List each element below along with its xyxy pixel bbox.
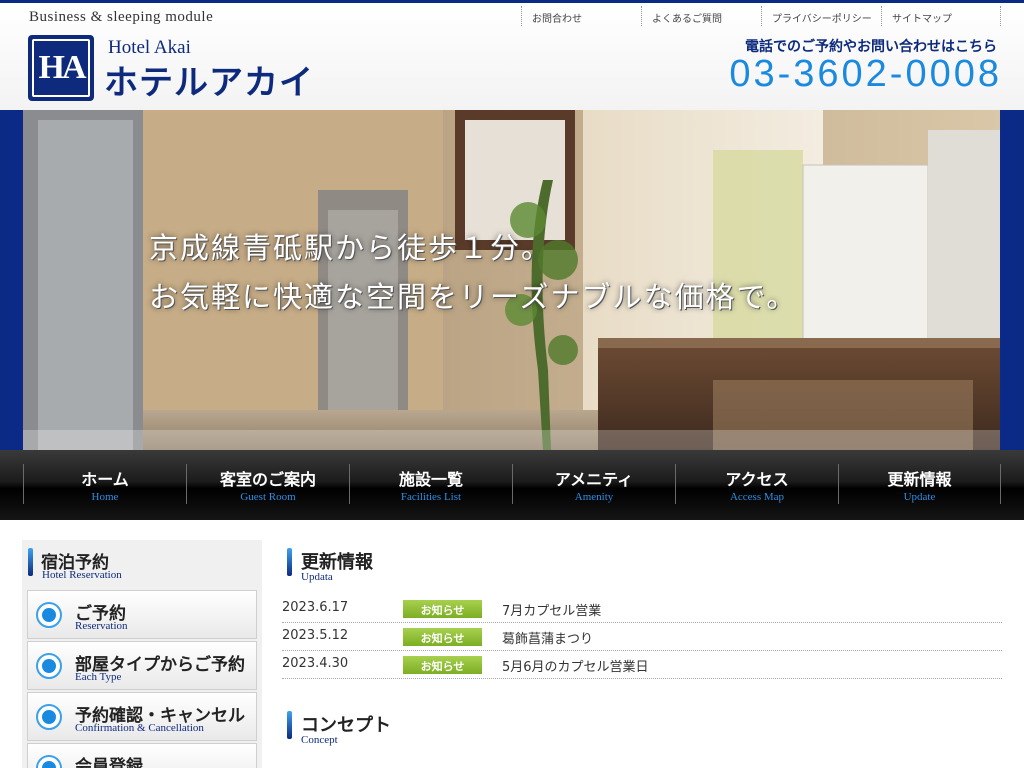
button-label-en: Each Type: [75, 671, 122, 683]
gnav-label-en: Access Map: [729, 491, 785, 503]
util-link-privacy[interactable]: プライバシーポリシー: [761, 6, 881, 26]
gnav-item-guest-room[interactable]: 客室のご案内 Guest Room: [186, 464, 349, 504]
reserve-by-room-type-button[interactable]: 部屋タイプからご予約 Each Type: [27, 641, 257, 690]
news-badge: お知らせ: [403, 628, 482, 646]
gnav-label-ja: 施設一覧: [398, 470, 463, 489]
news-item[interactable]: 2023.5.12 お知らせ 葛飾菖蒲まつり: [282, 623, 1002, 651]
utility-nav: お問合わせ よくあるご質問 プライバシーポリシー サイトマップ: [521, 6, 1001, 26]
logo-icon[interactable]: HA: [28, 35, 94, 101]
util-link-faq[interactable]: よくあるご質問: [641, 6, 761, 26]
news-date: 2023.4.30: [282, 656, 349, 671]
gnav-label-en: Update: [903, 491, 936, 503]
gnav-label-ja: アメニティ: [554, 470, 634, 489]
gnav-item-facilities[interactable]: 施設一覧 Facilities List: [349, 464, 512, 504]
news-badge: お知らせ: [403, 600, 482, 618]
news-item[interactable]: 2023.6.17 お知らせ 7月カプセル営業: [282, 595, 1002, 623]
arrow-circle-icon: [36, 653, 62, 679]
confirm-cancel-button[interactable]: 予約確認・キャンセル Confirmation & Cancellation: [27, 692, 257, 741]
heading-bar-icon: [287, 711, 292, 739]
global-nav: ホーム Home 客室のご案内 Guest Room 施設一覧 Faciliti…: [0, 450, 1024, 520]
gnav-label-en: Facilities List: [400, 491, 462, 503]
sidebar-heading-en: Hotel Reservation: [42, 569, 122, 581]
arrow-circle-icon: [36, 602, 62, 628]
concept-heading-en: Concept: [301, 734, 338, 746]
gnav-item-update[interactable]: 更新情報 Update: [838, 464, 1001, 504]
news-title[interactable]: 5月6月のカプセル営業日: [502, 656, 649, 675]
hero-catchcopy-1: 京成線青砥駅から徒歩１分。: [149, 231, 553, 265]
logo-mark: HA: [32, 39, 90, 97]
gnav-label-en: Home: [91, 491, 119, 503]
gnav-label-ja: 客室のご案内: [219, 470, 316, 489]
hero-catchcopy-2: お気軽に快適な空間をリーズナブルな価格で。: [149, 280, 798, 314]
news-date: 2023.6.17: [282, 600, 349, 615]
brand-name-ja[interactable]: ホテルアカイ: [104, 55, 314, 104]
gnav-label-ja: ホーム: [81, 470, 129, 489]
button-label-en: Reservation: [75, 620, 128, 632]
reservation-sidebar: 宿泊予約 Hotel Reservation ご予約 Reservation 部…: [22, 540, 262, 768]
news-badge: お知らせ: [403, 656, 482, 674]
gnav-label-en: Amenity: [574, 491, 614, 503]
gnav-item-amenity[interactable]: アメニティ Amenity: [512, 464, 675, 504]
news-date: 2023.5.12: [282, 628, 349, 643]
util-link-contact[interactable]: お問合わせ: [521, 6, 641, 26]
phone-number: 03-3602-0008: [729, 53, 1002, 95]
reservation-button[interactable]: ご予約 Reservation: [27, 590, 257, 639]
gnav-label-en: Guest Room: [240, 491, 296, 503]
news-item[interactable]: 2023.4.30 お知らせ 5月6月のカプセル営業日: [282, 651, 1002, 679]
gnav-label-ja: 更新情報: [887, 470, 952, 489]
heading-bar-icon: [287, 548, 292, 576]
hero-image: 京成線青砥駅から徒歩１分。 お気軽に快適な空間をリーズナブルな価格で。: [23, 110, 1000, 450]
gnav-item-access[interactable]: アクセス Access Map: [675, 464, 838, 504]
news-title[interactable]: 葛飾菖蒲まつり: [502, 628, 593, 647]
site-header: Business & sleeping module HA Hotel Akai…: [0, 3, 1024, 110]
button-label-ja: 会員登録: [75, 757, 143, 768]
gnav-item-home[interactable]: ホーム Home: [23, 464, 186, 504]
util-link-sitemap[interactable]: サイトマップ: [881, 6, 1001, 26]
news-title[interactable]: 7月カプセル営業: [502, 600, 601, 619]
news-list: 2023.6.17 お知らせ 7月カプセル営業 2023.5.12 お知らせ 葛…: [282, 595, 1002, 679]
heading-bar-icon: [28, 548, 33, 576]
news-heading-en: Updata: [301, 571, 333, 583]
arrow-circle-icon: [36, 755, 62, 768]
tagline: Business & sleeping module: [29, 9, 214, 25]
gnav-label-ja: アクセス: [725, 470, 789, 489]
member-registration-button[interactable]: 会員登録: [27, 743, 257, 768]
button-label-en: Confirmation & Cancellation: [75, 722, 204, 734]
arrow-circle-icon: [36, 704, 62, 730]
